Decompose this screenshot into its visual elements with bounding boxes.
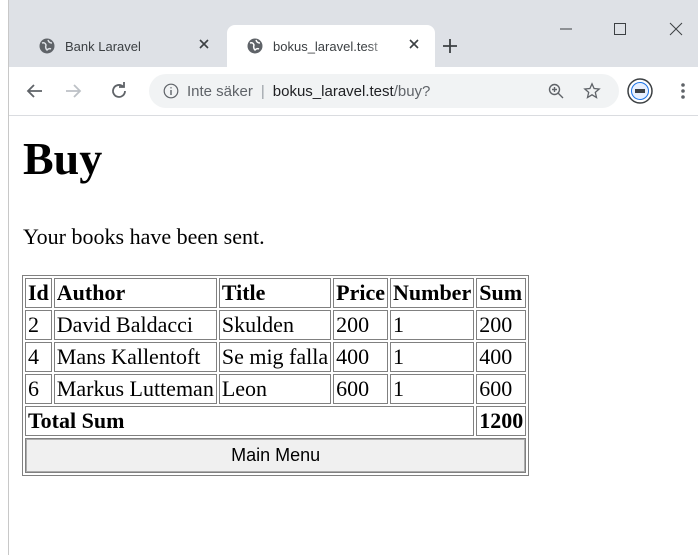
total-row: Total Sum 1200 — [25, 406, 527, 436]
back-arrow-icon[interactable] — [23, 79, 47, 103]
table-row: 6 Markus Lutteman Leon 600 1 600 — [25, 374, 527, 404]
column-header: Id — [25, 278, 52, 308]
tab-title: Bank Laravel — [65, 38, 141, 54]
main-menu-button[interactable]: Main Menu — [26, 439, 526, 472]
close-window-icon[interactable] — [665, 18, 687, 40]
table-cell: Mans Kallentoft — [53, 342, 217, 372]
bookmark-star-icon[interactable] — [583, 82, 601, 100]
table-row: 4 Mans Kallentoft Se mig falla 400 1 400 — [25, 342, 527, 372]
page-title: Buy — [23, 133, 103, 184]
close-tab-icon[interactable] — [407, 37, 421, 51]
column-header: Sum — [476, 278, 527, 308]
status-message: Your books have been sent. — [23, 224, 265, 249]
address-bar[interactable]: Inte säker | bokus_laravel.test/buy? — [149, 74, 619, 108]
table-cell: 1 — [390, 374, 475, 404]
table-cell: David Baldacci — [53, 310, 217, 340]
globe-icon — [247, 38, 263, 54]
table-row: 2 David Baldacci Skulden 200 1 200 — [25, 310, 527, 340]
tab-title: bokus_laravel.test — [273, 38, 378, 54]
table-cell: 200 — [333, 310, 388, 340]
column-header: Title — [218, 278, 332, 308]
minimize-icon[interactable] — [555, 18, 577, 40]
table-cell: 4 — [25, 342, 52, 372]
total-sum-value: 1200 — [476, 406, 527, 436]
table-cell: 1 — [390, 310, 475, 340]
table-cell: 2 — [25, 310, 52, 340]
url-host: bokus_laravel.test — [272, 82, 394, 100]
main-menu-cell: Main Menu — [25, 438, 527, 473]
table-cell: Leon — [218, 374, 332, 404]
table-cell: 200 — [476, 310, 527, 340]
table-cell: 600 — [476, 374, 527, 404]
table-cell: 400 — [333, 342, 388, 372]
table-cell: 6 — [25, 374, 52, 404]
table-cell: Se mig falla — [218, 342, 332, 372]
column-header: Number — [390, 278, 475, 308]
browser-window: Bank Laravel bokus_laravel.test Inte säk… — [8, 0, 698, 555]
total-sum-label: Total Sum — [25, 406, 475, 436]
close-tab-icon[interactable] — [197, 37, 211, 51]
browser-toolbar: Inte säker | bokus_laravel.test/buy? — [9, 67, 698, 116]
order-table: Id Author Title Price Number Sum 2 David… — [22, 275, 530, 476]
forward-arrow-icon[interactable] — [61, 79, 85, 103]
table-cell: Markus Lutteman — [53, 374, 217, 404]
table-cell: 1 — [390, 342, 475, 372]
new-tab-icon[interactable] — [439, 35, 461, 57]
table-cell: 600 — [333, 374, 388, 404]
tab-strip: Bank Laravel bokus_laravel.test — [9, 0, 698, 67]
globe-icon — [39, 38, 55, 54]
tab-bank-laravel[interactable]: Bank Laravel — [19, 25, 225, 67]
column-header: Price — [333, 278, 388, 308]
table-header-row: Id Author Title Price Number Sum — [25, 278, 527, 308]
table-cell: Skulden — [218, 310, 332, 340]
tab-bokus-laravel[interactable]: bokus_laravel.test — [227, 25, 435, 67]
url-path: /buy? — [393, 82, 431, 100]
zoom-icon[interactable] — [547, 82, 565, 100]
profile-avatar-icon[interactable] — [627, 78, 653, 104]
info-icon[interactable] — [163, 83, 179, 99]
more-menu-icon[interactable] — [673, 81, 693, 101]
column-header: Author — [53, 278, 217, 308]
security-label: Inte säker — [187, 82, 253, 100]
maximize-icon[interactable] — [609, 18, 631, 40]
main-menu-row: Main Menu — [25, 438, 527, 473]
table-cell: 400 — [476, 342, 527, 372]
page-content: Buy Your books have been sent. Id Author… — [9, 116, 698, 555]
reload-icon[interactable] — [107, 79, 131, 103]
address-separator: | — [260, 82, 265, 100]
